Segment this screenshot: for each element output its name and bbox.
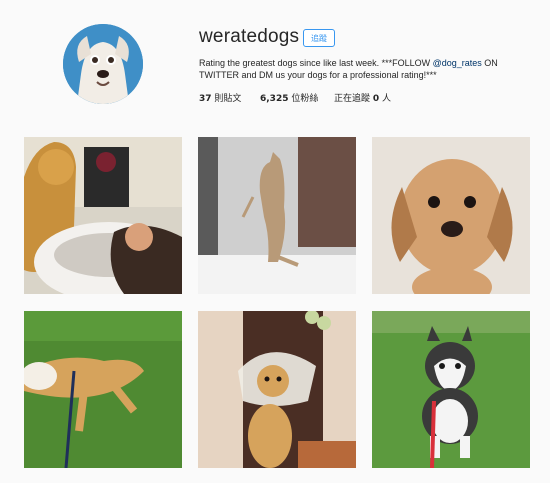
- bio-text: Rating the greatest dogs since like last…: [199, 58, 433, 68]
- profile-username: weratedogs: [199, 26, 300, 47]
- following-label: 正在追蹤: [334, 94, 373, 104]
- followers-count: 6,325: [260, 94, 289, 104]
- profile-avatar[interactable]: [63, 24, 143, 104]
- profile-header: weratedogs 追蹤 Rating the greatest dogs s…: [0, 0, 550, 120]
- following-stat[interactable]: 正在追蹤 0 人: [334, 91, 391, 104]
- followers-stat[interactable]: 6,325 位粉絲: [260, 91, 334, 104]
- profile-bio: Rating the greatest dogs since like last…: [199, 57, 519, 81]
- grid-post-4[interactable]: [24, 311, 182, 468]
- grid-post-1[interactable]: [24, 137, 182, 294]
- bio-mention-link[interactable]: @dog_rates: [433, 58, 482, 68]
- profile-stats: 37 則貼文 6,325 位粉絲 正在追蹤 0 人: [199, 91, 391, 104]
- followers-label: 位粉絲: [288, 94, 319, 104]
- grid-post-3[interactable]: [372, 137, 530, 294]
- posts-stat: 37 則貼文: [199, 91, 260, 104]
- posts-count: 37: [199, 94, 212, 104]
- posts-label: 則貼文: [211, 94, 242, 104]
- grid-post-2[interactable]: [198, 137, 356, 294]
- following-suffix: 人: [379, 94, 392, 104]
- follow-button[interactable]: 追蹤: [303, 29, 335, 47]
- grid-post-6[interactable]: [372, 311, 530, 468]
- grid-post-5[interactable]: [198, 311, 356, 468]
